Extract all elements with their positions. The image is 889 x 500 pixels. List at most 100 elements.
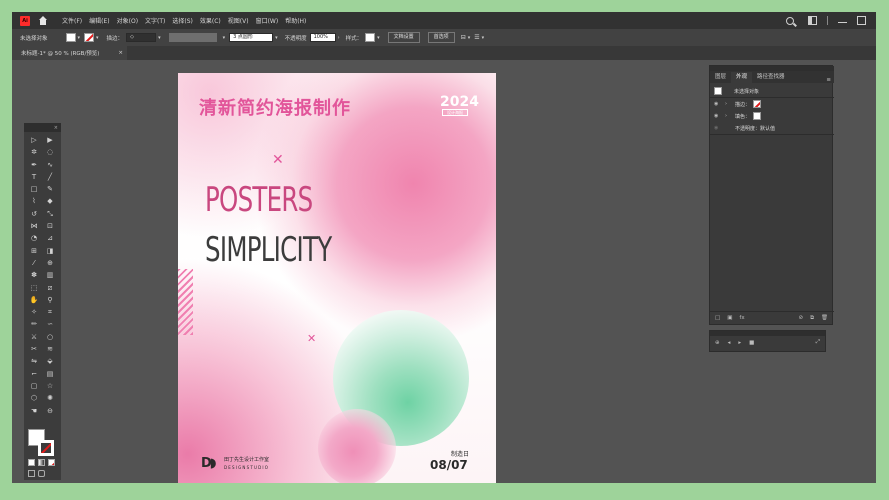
chevron-down-icon[interactable]: ▾	[78, 35, 81, 41]
home-icon[interactable]	[38, 15, 48, 26]
chevron-down-icon[interactable]: ▾	[377, 35, 380, 41]
smooth-tool-icon[interactable]: ∽	[45, 320, 55, 329]
arrange-icon[interactable]: ⊟	[461, 34, 466, 41]
eye-icon[interactable]: ◉	[714, 113, 721, 119]
rotate-tool-icon[interactable]: ↺	[29, 210, 39, 219]
variable-width-profile[interactable]	[168, 33, 217, 42]
menu-help[interactable]: 帮助(H)	[285, 16, 306, 25]
chevron-right-icon[interactable]: ›	[338, 35, 340, 41]
draw-normal-icon[interactable]	[28, 470, 35, 477]
search-icon[interactable]	[786, 16, 794, 25]
direct-selection-tool-icon[interactable]: ▶	[45, 136, 55, 145]
fill-swatch-icon[interactable]	[753, 112, 762, 120]
eye-icon[interactable]: ◉	[714, 125, 721, 131]
maximize-icon[interactable]	[857, 16, 866, 25]
menu-type[interactable]: 文字(T)	[145, 16, 165, 25]
perspective-grid-tool-icon[interactable]: ⊿	[45, 234, 55, 243]
menu-effect[interactable]: 效果(C)	[200, 16, 221, 25]
gradient-icon[interactable]	[38, 459, 45, 466]
chevron-down-icon[interactable]: ▾	[275, 35, 278, 41]
selection-tool-icon[interactable]: ▷	[29, 136, 39, 145]
menu-edit[interactable]: 编辑(E)	[89, 16, 109, 25]
eraser-tool-icon[interactable]: ◆	[45, 197, 55, 206]
workspace-icon[interactable]	[808, 16, 817, 25]
width-tool-icon[interactable]: ⋈	[29, 222, 39, 231]
menu-object[interactable]: 对象(O)	[117, 16, 138, 25]
tools-panel-header[interactable]: ×	[24, 123, 61, 132]
chevron-right-icon[interactable]: ›	[725, 101, 732, 107]
pen-tool-icon[interactable]: ✒	[29, 161, 39, 170]
step-back-icon[interactable]: ◂	[728, 340, 731, 346]
measure-tool-icon[interactable]: ⌐	[29, 370, 39, 379]
column-graph-tool-icon[interactable]: ▥	[45, 271, 55, 280]
rectangle-tool-icon[interactable]: □	[29, 185, 39, 194]
delete-item-icon[interactable]: 🗑	[821, 315, 828, 321]
fx-icon[interactable]: fx	[739, 315, 744, 321]
opacity-field[interactable]: 100%	[309, 33, 336, 42]
mesh-tool-icon[interactable]: ⊞	[29, 247, 39, 256]
slice-tool-icon[interactable]: ⧄	[45, 284, 55, 293]
document-tab[interactable]: 未标题-1* @ 50 % (RGB/预览) ×	[12, 46, 127, 60]
eyedropper-tool-icon[interactable]: ⁄	[29, 259, 39, 268]
panel-menu-icon[interactable]: ≡	[826, 77, 831, 83]
puppet-warp-tool-icon[interactable]: ✧	[29, 308, 39, 317]
document-setup-button[interactable]: 文档设置	[387, 32, 420, 43]
knife-tool-icon[interactable]: ⚔	[29, 333, 39, 342]
fill-stroke-widget[interactable]	[28, 429, 56, 457]
stroke-weight-field[interactable]: ◇	[126, 33, 157, 42]
stop-icon[interactable]: ■	[749, 340, 754, 346]
expand-icon[interactable]: ⤢	[816, 339, 820, 346]
screen-mode-icon[interactable]	[38, 470, 45, 477]
live-paint-tool-icon[interactable]: ⬙	[45, 357, 55, 366]
warp-tool-icon[interactable]: ≋	[45, 345, 55, 354]
layer-icon[interactable]: ⊕	[715, 340, 720, 346]
menu-file[interactable]: 文件(F)	[62, 16, 82, 25]
add-stroke-icon[interactable]: □	[715, 315, 720, 321]
hand-tool-alt-icon[interactable]: ☚	[29, 407, 39, 416]
menu-select[interactable]: 选择(S)	[172, 16, 193, 25]
artboard-tool-icon[interactable]: ⬚	[29, 284, 39, 293]
line-tool-icon[interactable]: ╱	[45, 173, 55, 182]
crop-tool-icon[interactable]: ⌗	[45, 308, 55, 317]
tab-layers[interactable]: 图层	[710, 72, 731, 83]
appearance-opacity-row[interactable]: ◉ 不透明度：默认值	[714, 123, 775, 133]
chevron-right-icon[interactable]: ›	[725, 113, 732, 119]
tab-pathfinder[interactable]: 路径查找器	[752, 72, 790, 83]
eye-icon[interactable]: ◉	[714, 101, 721, 107]
graphic-style-swatch[interactable]	[365, 33, 376, 42]
hand-tool-icon[interactable]: ✋	[29, 296, 39, 305]
menu-view[interactable]: 视图(V)	[228, 16, 249, 25]
stroke-swatch-icon[interactable]	[753, 100, 762, 108]
ellipse-tool-icon[interactable]: ○	[45, 333, 55, 342]
scissors-tool-icon[interactable]: ✂	[29, 345, 39, 354]
color-icon[interactable]	[28, 459, 35, 466]
chevron-down-icon[interactable]: ▾	[482, 35, 485, 41]
duplicate-item-icon[interactable]: ⧉	[810, 315, 814, 322]
chevron-down-icon[interactable]: ▾	[96, 35, 99, 41]
close-icon[interactable]: ×	[118, 50, 123, 56]
add-fill-icon[interactable]: ▣	[727, 315, 732, 321]
chevron-down-icon[interactable]: ▾	[468, 35, 471, 41]
paintbrush-tool-icon[interactable]: ✎	[45, 185, 55, 194]
more-options-icon[interactable]: ☰	[474, 34, 479, 41]
chevron-down-icon[interactable]: ▾	[223, 35, 226, 41]
star-tool-icon[interactable]: ☆	[45, 382, 55, 391]
polygon-tool-icon[interactable]: ⬡	[29, 394, 39, 403]
tab-appearance[interactable]: 外观	[731, 72, 753, 83]
menu-window[interactable]: 窗口(W)	[256, 16, 279, 25]
type-tool-icon[interactable]: T	[29, 173, 39, 182]
magic-wand-tool-icon[interactable]: ✲	[29, 148, 39, 157]
lasso-tool-icon[interactable]: ◌	[45, 148, 55, 157]
preferences-button[interactable]: 首选项	[427, 32, 455, 43]
flare-tool-icon[interactable]: ✺	[45, 394, 55, 403]
none-icon[interactable]	[48, 459, 55, 466]
symbol-sprayer-tool-icon[interactable]: ✽	[29, 271, 39, 280]
appearance-fill-row[interactable]: ◉ › 填色：	[714, 111, 762, 121]
scale-tool-icon[interactable]: ⤡	[45, 210, 55, 219]
shaper-tool-icon[interactable]: ⌇	[29, 197, 39, 206]
free-transform-tool-icon[interactable]: ⊡	[45, 222, 55, 231]
chevron-down-icon[interactable]: ▾	[158, 35, 161, 41]
curvature-tool-icon[interactable]: ∿	[45, 161, 55, 170]
fill-swatch[interactable]	[65, 33, 76, 42]
rounded-rectangle-tool-icon[interactable]: ▢	[29, 382, 39, 391]
